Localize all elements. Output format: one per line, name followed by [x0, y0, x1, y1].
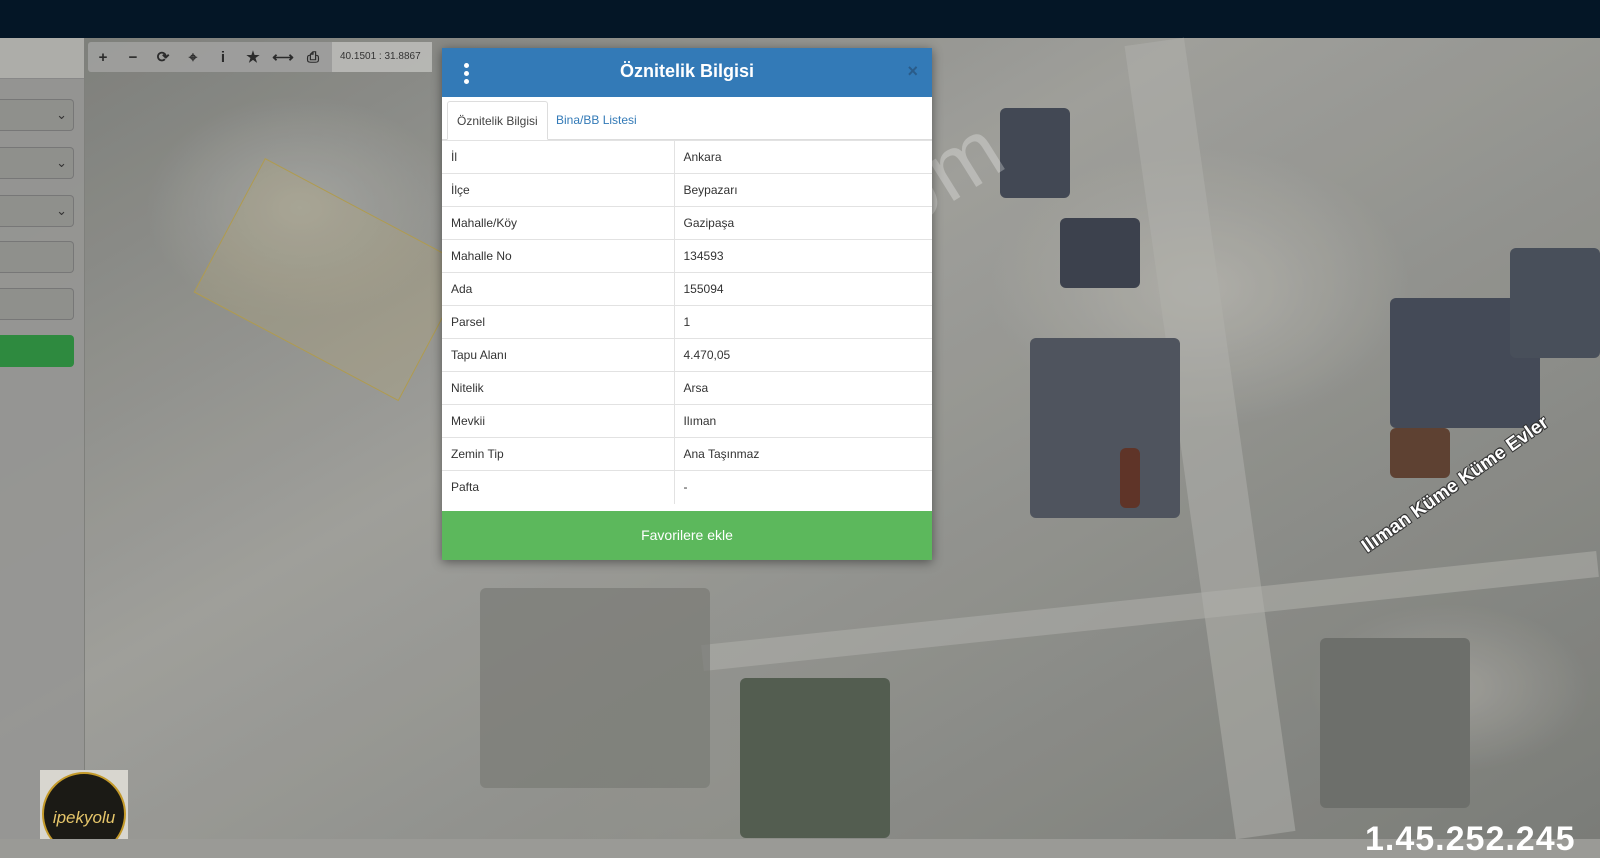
district-select[interactable]: ⌄	[0, 147, 74, 179]
minus-icon: −	[128, 48, 138, 66]
measure-icon: ⟷	[272, 49, 294, 66]
print-button[interactable]: ⎙	[298, 42, 328, 72]
attribute-table: İl Ankara İlçe Beypazarı Mahalle/Köy Gazipa…	[442, 140, 932, 504]
map-toolbar: + − ⟳ ⌖ i ★ ⟷ ⎙ 40.1501 : 31.8867	[88, 42, 432, 72]
add-to-favorites-button[interactable]: Favorilere ekle	[442, 511, 932, 560]
info-icon: i	[220, 48, 226, 66]
search-button[interactable]	[0, 335, 74, 367]
logo-text: ipekyolu	[52, 808, 116, 827]
zoom-in-button[interactable]: +	[88, 42, 118, 72]
row-label: Tapu Alanı	[442, 338, 675, 372]
left-panel: ⌄ ⌄ ⌄	[0, 38, 85, 839]
block-input[interactable]	[0, 241, 74, 273]
table-row: Mevkii Ilıman	[442, 404, 932, 438]
star-icon: ★	[246, 49, 260, 66]
measure-button[interactable]: ⟷	[268, 42, 298, 72]
dialog-tabs: Öznitelik Bilgisi Bina/BB Listesi	[442, 97, 932, 140]
attribute-info-dialog: Öznitelik Bilgisi × Öznitelik Bilgisi Bi…	[442, 48, 932, 560]
logo: ipekyolu	[40, 770, 128, 839]
refresh-icon: ⟳	[156, 49, 170, 66]
row-label: Mahalle No	[442, 239, 675, 273]
row-value: Ankara	[674, 140, 932, 174]
parcel-input[interactable]	[0, 288, 74, 320]
dialog-header: Öznitelik Bilgisi ×	[442, 48, 932, 97]
print-icon: ⎙	[306, 48, 319, 66]
table-row: Parsel 1	[442, 305, 932, 339]
row-label: Pafta	[442, 470, 675, 504]
corner-number: 1.45.252.245	[1365, 820, 1576, 858]
zoom-out-button[interactable]: −	[118, 42, 148, 72]
neighborhood-select[interactable]: ⌄	[0, 195, 74, 227]
row-label: İlçe	[442, 173, 675, 207]
locate-button[interactable]: ⌖	[178, 42, 208, 72]
dialog-title: Öznitelik Bilgisi	[619, 61, 755, 81]
coordinate-readout: 40.1501 : 31.8867	[332, 42, 432, 72]
table-row: Zemin Tip Ana Taşınmaz	[442, 437, 932, 471]
chevron-down-icon: ⌄	[56, 107, 67, 122]
table-row: Mahalle No 134593	[442, 239, 932, 273]
chevron-down-icon: ⌄	[56, 203, 67, 218]
row-value: 1	[674, 305, 932, 339]
top-bar	[0, 0, 1600, 38]
table-row: Tapu Alanı 4.470,05	[442, 338, 932, 372]
row-label: Mevkii	[442, 404, 675, 438]
row-value: 4.470,05	[674, 338, 932, 372]
table-row: Ada 155094	[442, 272, 932, 306]
row-value: -	[674, 470, 932, 504]
row-label: Nitelik	[442, 371, 675, 405]
table-row: Nitelik Arsa	[442, 371, 932, 405]
tab-building-list[interactable]: Bina/BB Listesi	[547, 101, 646, 140]
close-icon[interactable]: ×	[907, 61, 918, 82]
info-button[interactable]: i	[208, 42, 238, 72]
row-value: Arsa	[674, 371, 932, 405]
row-label: Zemin Tip	[442, 437, 675, 471]
plus-icon: +	[98, 48, 108, 66]
logo-badge: ipekyolu	[42, 772, 126, 839]
table-row: Mahalle/Köy Gazipaşa	[442, 206, 932, 240]
tab-attribute-info[interactable]: Öznitelik Bilgisi	[447, 101, 548, 140]
chevron-down-icon: ⌄	[56, 155, 67, 170]
province-select[interactable]: ⌄	[0, 99, 74, 131]
row-label: İl	[442, 140, 675, 174]
crosshair-icon: ⌖	[188, 48, 198, 66]
table-row: İlçe Beypazarı	[442, 173, 932, 207]
row-label: Ada	[442, 272, 675, 306]
favorite-button[interactable]: ★	[238, 42, 268, 72]
row-value: Ilıman	[674, 404, 932, 438]
row-value: 155094	[674, 272, 932, 306]
table-row: Pafta -	[442, 470, 932, 504]
row-value: Gazipaşa	[674, 206, 932, 240]
table-row: İl Ankara	[442, 140, 932, 174]
row-value: Beypazarı	[674, 173, 932, 207]
row-value: Ana Taşınmaz	[674, 437, 932, 471]
refresh-button[interactable]: ⟳	[148, 42, 178, 72]
row-value: 134593	[674, 239, 932, 273]
left-panel-header	[0, 38, 84, 79]
row-label: Mahalle/Köy	[442, 206, 675, 240]
row-label: Parsel	[442, 305, 675, 339]
